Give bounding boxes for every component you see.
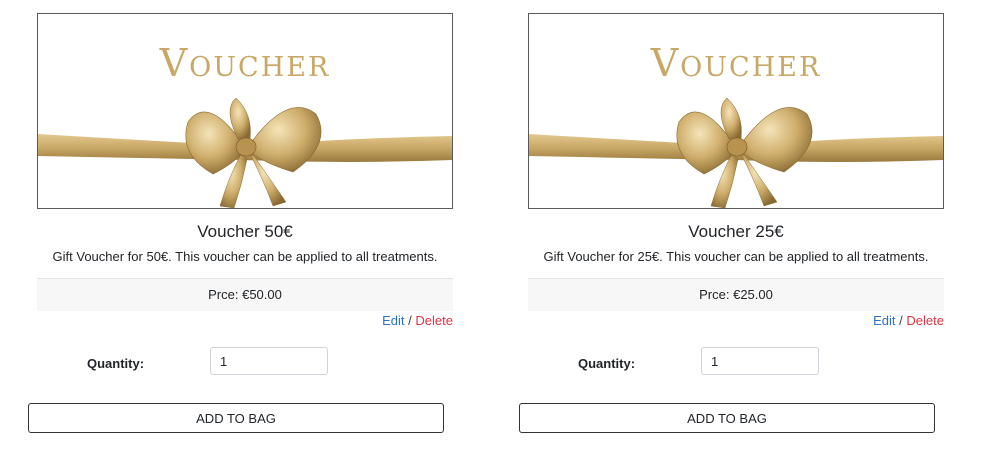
product-title: Voucher 50€ — [197, 222, 293, 241]
delete-link[interactable]: Delete — [415, 313, 453, 328]
admin-links: Edit / Delete — [37, 313, 453, 328]
voucher-image-text: Voucher — [650, 41, 822, 85]
product-title: Voucher 25€ — [688, 222, 784, 241]
product-card: Voucher Voucher 25€ Gift Voucher for 25€… — [519, 0, 944, 454]
quantity-label: Quantity: — [578, 356, 636, 371]
gift-bow-illustration: Voucher — [38, 41, 452, 208]
product-description: Gift Voucher for 50€. This voucher can b… — [52, 249, 438, 264]
quantity-label: Quantity: — [87, 356, 145, 371]
edit-link[interactable]: Edit — [382, 313, 404, 328]
product-grid: Voucher Voucher 50€ Gift Voucher for 50€… — [0, 0, 1000, 454]
delete-link[interactable]: Delete — [906, 313, 944, 328]
link-separator: / — [899, 313, 903, 328]
edit-link[interactable]: Edit — [873, 313, 895, 328]
product-card: Voucher Voucher 50€ Gift Voucher for 50€… — [28, 0, 453, 454]
add-to-bag-button[interactable]: ADD TO BAG — [28, 403, 444, 433]
voucher-image[interactable]: Voucher — [37, 13, 453, 209]
add-to-bag-button[interactable]: ADD TO BAG — [519, 403, 935, 433]
admin-links: Edit / Delete — [528, 313, 944, 328]
product-price: Prce: €50.00 — [208, 287, 282, 302]
quantity-input[interactable] — [210, 347, 328, 375]
gift-bow-illustration: Voucher — [529, 41, 943, 208]
product-description: Gift Voucher for 25€. This voucher can b… — [543, 249, 929, 264]
voucher-image[interactable]: Voucher — [528, 13, 944, 209]
voucher-image-text: Voucher — [159, 41, 331, 85]
product-price: Prce: €25.00 — [699, 287, 773, 302]
link-separator: / — [408, 313, 412, 328]
quantity-input[interactable] — [701, 347, 819, 375]
price-bar: Prce: €25.00 — [528, 278, 944, 311]
price-bar: Prce: €50.00 — [37, 278, 453, 311]
